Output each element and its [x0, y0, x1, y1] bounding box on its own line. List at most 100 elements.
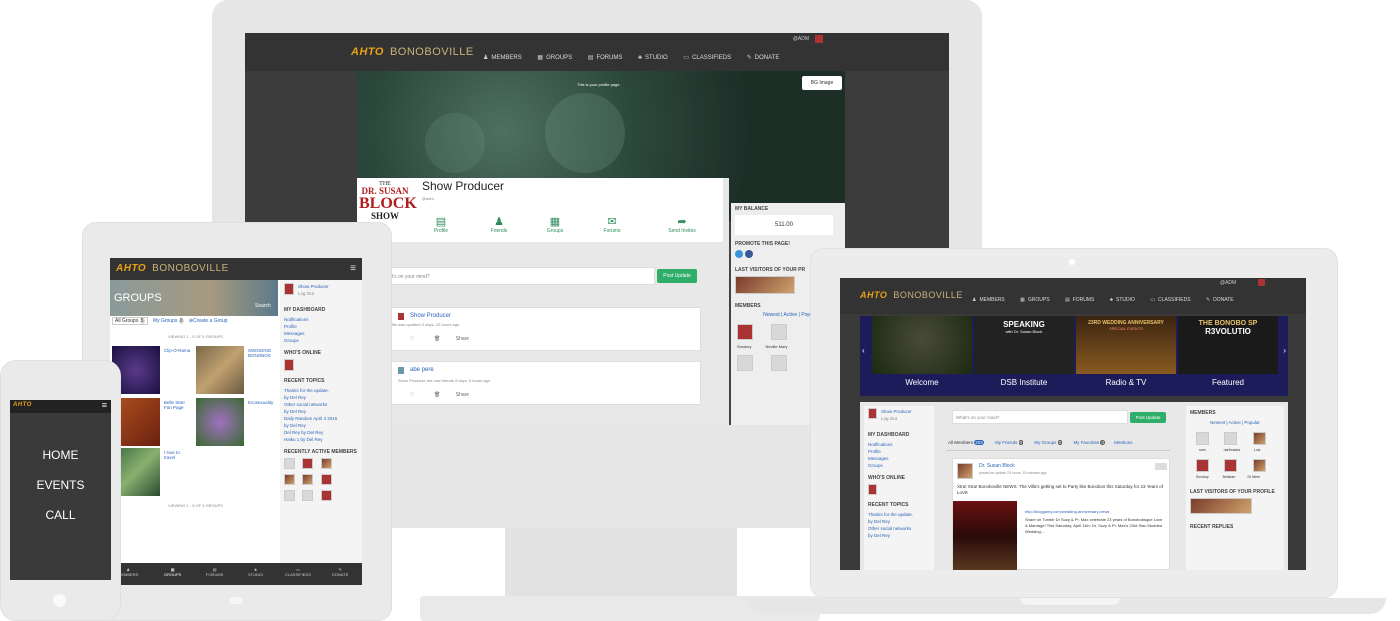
filter-all-members[interactable]: All Members 203: [948, 440, 984, 445]
delete-icon[interactable]: 🗑: [434, 392, 440, 398]
slide-prev-button[interactable]: ‹: [862, 346, 865, 355]
topic-author[interactable]: by Del Rey: [284, 408, 358, 415]
filter-my-groups[interactable]: My Groups 0: [1034, 440, 1063, 445]
bottom-nav-groups[interactable]: ▦ GROUPS: [164, 567, 181, 577]
groups-search[interactable]: Search: [255, 303, 271, 309]
tablet-logo[interactable]: AHTO BONOBOVILLE: [116, 263, 229, 274]
whats-on-mind-input[interactable]: at's on your mind?: [385, 267, 655, 285]
logout-link[interactable]: Log Out: [881, 416, 897, 421]
like-icon[interactable]: ♡: [410, 392, 414, 398]
bottom-nav-members[interactable]: ♟ MEMBERS: [118, 567, 138, 577]
activity-author[interactable]: abe pere: [410, 367, 434, 373]
filter-mentions[interactable]: Mentions: [1114, 440, 1132, 445]
menu-events[interactable]: EVENTS: [10, 470, 111, 500]
slide-label[interactable]: Welcome: [872, 378, 972, 387]
menu-home[interactable]: HOME: [10, 440, 111, 470]
nav-forums[interactable]: ▤ FORUMS: [588, 55, 623, 61]
like-icon[interactable]: ♡: [410, 336, 414, 342]
group-thumb[interactable]: [196, 346, 244, 394]
nav-forums[interactable]: ▤ FORUMS: [1065, 297, 1094, 303]
nav-studio[interactable]: ♣ STUDIO: [1110, 297, 1135, 303]
tab-forums[interactable]: ✉ Forums: [592, 215, 632, 234]
group-name[interactable]: Ecosexuality: [248, 400, 273, 405]
activity-avatar[interactable]: [398, 313, 404, 320]
user-name[interactable]: Show Producer: [881, 409, 912, 414]
activity-avatar[interactable]: [398, 367, 404, 374]
desktop-logo[interactable]: AHTO BONOBOVILLE: [351, 46, 474, 58]
nav-groups[interactable]: ▦ GROUPS: [537, 55, 572, 61]
topic-link[interactable]: Thanks for the update.: [868, 511, 930, 518]
slide[interactable]: 23RD WEDDING ANNIVERSARY SPECIAL EVENTS: [1076, 316, 1176, 374]
post-author[interactable]: Dr. Susan Block: [979, 463, 1015, 469]
dashboard-groups[interactable]: Groups: [868, 462, 930, 469]
tab-send-invites[interactable]: ➦ Send Invites: [657, 215, 707, 234]
nav-donate[interactable]: ✎ DONATE: [1206, 297, 1234, 303]
post-update-button[interactable]: Post Update: [657, 269, 697, 283]
member-avatar[interactable]: [1252, 459, 1266, 472]
whats-on-mind-input[interactable]: What's on your mind?: [952, 410, 1128, 424]
dashboard-notifications[interactable]: Notifications: [868, 441, 930, 448]
member-avatar[interactable]: [320, 490, 332, 501]
bottom-nav-classifieds[interactable]: ▭ CLASSIFIEDS: [285, 567, 311, 577]
slide-label[interactable]: Featured: [1178, 378, 1278, 387]
post-author-avatar[interactable]: [957, 463, 973, 479]
member-avatar[interactable]: [1196, 432, 1209, 445]
visitor-avatar[interactable]: [1190, 498, 1252, 514]
slide[interactable]: [872, 316, 972, 374]
create-group-link[interactable]: ⊕Create a Group: [189, 318, 228, 324]
members-filter[interactable]: Newest | Active | Popular: [1190, 419, 1280, 426]
online-avatar[interactable]: [284, 359, 294, 371]
member-avatar[interactable]: [302, 474, 314, 485]
group-name[interactable]: I love to travel: [164, 450, 186, 460]
member-avatar[interactable]: [302, 458, 314, 469]
member-avatar[interactable]: [737, 355, 753, 371]
member-avatar[interactable]: [1252, 432, 1266, 445]
member-avatar[interactable]: [302, 490, 314, 501]
topbar-avatar[interactable]: [1258, 279, 1265, 286]
topic-link[interactable]: Haiku 1 by Del Rey: [284, 436, 358, 443]
delete-icon[interactable]: [1155, 463, 1167, 470]
member-avatar[interactable]: [320, 458, 332, 469]
slide[interactable]: THE BONOBO SP R3VOLUTIO: [1178, 316, 1278, 374]
group-name[interactable]: Belle Starr Fan Page: [164, 400, 192, 410]
bg-image-button[interactable]: BG Image: [802, 76, 842, 90]
topic-author[interactable]: by Del Rey: [284, 422, 358, 429]
activity-author[interactable]: Show Producer: [410, 313, 451, 319]
filter-my-favorites[interactable]: My Favorites 0: [1073, 440, 1105, 445]
bottom-nav-donate[interactable]: ✎ DONATE: [332, 567, 348, 577]
menu-icon[interactable]: ≡: [102, 400, 107, 410]
topic-link[interactable]: Daily Random April 3 2015: [284, 415, 358, 422]
tab-groups[interactable]: ▦ Groups: [535, 215, 575, 234]
my-groups-tab[interactable]: My Groups 0: [153, 318, 184, 324]
menu-icon[interactable]: ≡: [350, 263, 356, 274]
post-image[interactable]: [953, 501, 1017, 570]
topic-link[interactable]: Thanks for the update.: [284, 387, 358, 394]
user-name[interactable]: Show Producer: [298, 284, 329, 289]
visitor-avatar[interactable]: [735, 276, 795, 294]
facebook-icon[interactable]: [744, 250, 753, 258]
twitter-icon[interactable]: [735, 250, 743, 258]
topic-link[interactable]: Other social networks: [284, 401, 358, 408]
nav-studio[interactable]: ♣ STUDIO: [638, 55, 668, 61]
dashboard-notifications[interactable]: Notifications: [284, 316, 358, 323]
tab-friends[interactable]: ♟ Friends: [479, 215, 519, 234]
topic-author[interactable]: by Del Rey: [868, 518, 930, 525]
member-avatar[interactable]: [737, 324, 753, 340]
group-name[interactable]: SWINGING BONOBOS: [248, 348, 276, 358]
phone-logo[interactable]: AHTO: [13, 402, 38, 408]
logout-link[interactable]: Log Out: [298, 291, 314, 296]
topbar-avatar[interactable]: [815, 35, 823, 43]
nav-classifieds[interactable]: ▭ CLASSIFIEDS: [683, 55, 731, 61]
dashboard-profile[interactable]: Profile: [868, 448, 930, 455]
share-button[interactable]: Share: [456, 392, 469, 398]
topbar-user[interactable]: @ADM: [793, 36, 809, 42]
member-avatar[interactable]: [284, 490, 295, 501]
dashboard-profile[interactable]: Profile: [284, 323, 358, 330]
laptop-logo[interactable]: AHTO BONOBOVILLE: [860, 290, 963, 300]
topic-link[interactable]: Other social networks: [868, 525, 930, 532]
nav-donate[interactable]: ✎ DONATE: [747, 55, 780, 61]
member-avatar[interactable]: [770, 355, 787, 371]
member-avatar[interactable]: [770, 324, 787, 340]
member-avatar[interactable]: [1196, 459, 1209, 472]
delete-icon[interactable]: 🗑: [434, 336, 440, 342]
